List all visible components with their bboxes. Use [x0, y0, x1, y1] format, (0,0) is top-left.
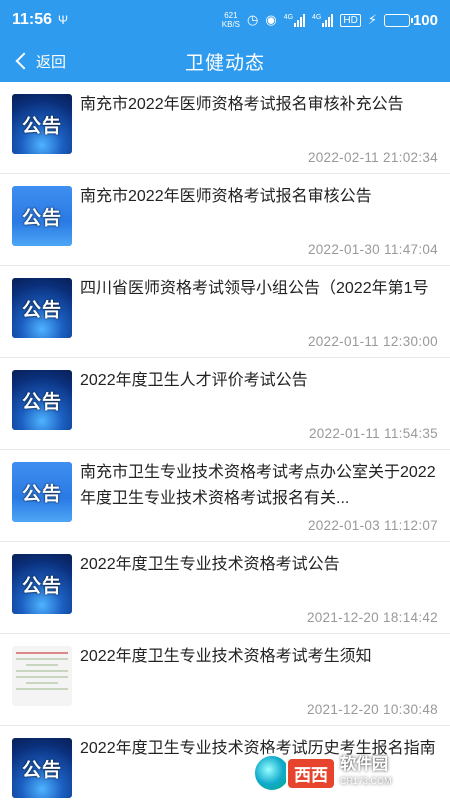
- news-thumbnail: 公告: [12, 278, 72, 338]
- news-date: 2022-02-11 21:02:34: [307, 150, 438, 165]
- news-title: 南充市卫生专业技术资格考试考点办公室关于2022年度卫生专业技术资格考试报名有关…: [80, 464, 436, 507]
- watermark-site: 软件园 CR173.COM: [340, 756, 392, 787]
- news-title: 南充市2022年医师资格考试报名审核补充公告: [80, 96, 404, 113]
- news-title: 南充市2022年医师资格考试报名审核公告: [80, 188, 372, 205]
- network-type-1: 4G: [283, 13, 294, 21]
- back-label: 返回: [36, 53, 67, 71]
- news-thumbnail: 公告: [12, 94, 72, 154]
- signal-icon-2: 4G: [312, 13, 334, 27]
- hd-icon: HD: [340, 13, 361, 27]
- news-item[interactable]: 公告 2022年度卫生人才评价考试公告 2022-01-11 11:54:35: [0, 358, 450, 450]
- status-bar: 11:56 Ψ 621 KB/S ◷ ◉ 4G 4G HD ⚡ 100: [0, 0, 450, 40]
- document-thumbnail: [12, 646, 72, 706]
- news-item[interactable]: 公告 南充市卫生专业技术资格考试考点办公室关于2022年度卫生专业技术资格考试报…: [0, 450, 450, 542]
- battery: 100: [383, 11, 438, 29]
- battery-icon: [383, 13, 413, 27]
- news-thumbnail: 公告: [12, 738, 72, 798]
- battery-level: 100: [412, 11, 438, 29]
- news-title: 2022年度卫生人才评价考试公告: [80, 372, 308, 389]
- news-thumbnail: 公告: [12, 370, 72, 430]
- news-item[interactable]: 2022年度卫生专业技术资格考试考生须知 2021-12-20 10:30:48: [0, 634, 450, 726]
- site-watermark: 西西 软件园 CR173.COM: [252, 752, 442, 794]
- news-thumbnail: 公告: [12, 554, 72, 614]
- watermark-brand: 西西: [286, 756, 336, 790]
- news-thumbnail: 公告: [12, 462, 72, 522]
- news-date: 2021-12-20 10:30:48: [306, 702, 438, 717]
- back-chevron-icon: [15, 52, 33, 70]
- news-thumbnail: 公告: [12, 186, 72, 246]
- news-title: 四川省医师资格考试领导小组公告（2022年第1号: [80, 280, 429, 297]
- news-date: 2022-01-11 11:54:35: [308, 426, 438, 441]
- news-title: 2022年度卫生专业技术资格考试公告: [80, 556, 340, 573]
- news-title: 2022年度卫生专业技术资格考试考生须知: [80, 648, 372, 665]
- network-type-2: 4G: [312, 13, 322, 21]
- news-date: 2021-12-20 18:14:42: [306, 610, 438, 625]
- news-list: 公告 南充市2022年医师资格考试报名审核补充公告 2022-02-11 21:…: [0, 82, 450, 800]
- news-date: 2022-01-30 11:47:04: [307, 242, 438, 257]
- news-item[interactable]: 公告 南充市2022年医师资格考试报名审核补充公告 2022-02-11 21:…: [0, 82, 450, 174]
- network-speed: 621 KB/S: [222, 11, 240, 29]
- news-date: 2022-01-11 12:30:00: [307, 334, 438, 349]
- vibrate-icon: ◉: [265, 12, 277, 27]
- alarm-icon: ◷: [247, 12, 259, 27]
- status-icons: 621 KB/S ◷ ◉ 4G 4G HD ⚡ 100: [222, 11, 438, 29]
- charging-icon: ⚡: [367, 12, 377, 27]
- network-speed-value: 621: [224, 11, 238, 20]
- page-title: 卫健动态: [184, 52, 265, 74]
- status-time: 11:56: [12, 11, 53, 28]
- signal-icon-1: 4G: [283, 13, 306, 27]
- network-speed-unit: KB/S: [221, 20, 240, 29]
- news-item[interactable]: 公告 南充市2022年医师资格考试报名审核公告 2022-01-30 11:47…: [0, 174, 450, 266]
- usb-icon: Ψ: [58, 13, 69, 27]
- news-item[interactable]: 公告 四川省医师资格考试领导小组公告（2022年第1号 2022-01-11 1…: [0, 266, 450, 358]
- news-item[interactable]: 公告 2022年度卫生专业技术资格考试公告 2021-12-20 18:14:4…: [0, 542, 450, 634]
- app-header: 返回 卫健动态: [0, 40, 450, 82]
- news-date: 2022-01-03 11:12:07: [307, 518, 438, 533]
- back-button[interactable]: 返回: [14, 40, 66, 82]
